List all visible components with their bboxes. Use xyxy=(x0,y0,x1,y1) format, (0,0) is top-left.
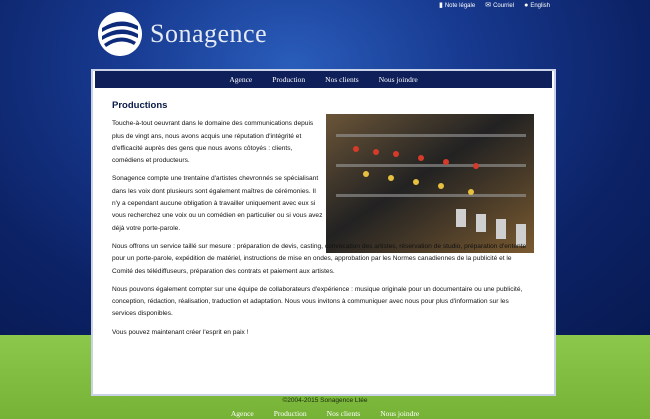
paragraph: Nous offrons un service taillé sur mesur… xyxy=(112,242,527,275)
nav-nos-clients[interactable]: Nos clients xyxy=(325,75,359,84)
logo-text: Sonagence xyxy=(150,19,268,48)
footer-nav-nous-joindre[interactable]: Nous joindre xyxy=(380,409,419,418)
speech-bubble-icon: ● xyxy=(524,2,529,9)
footer-nav-production[interactable]: Production xyxy=(274,409,307,418)
footer-nav: Agence Production Nos clients Nous joind… xyxy=(0,409,650,418)
page-title: Productions xyxy=(112,100,168,111)
copyright: ©2004-2015 Sonagence Ltée xyxy=(282,397,368,404)
logo-mark-icon xyxy=(98,12,142,56)
main-nav: Agence Production Nos clients Nous joind… xyxy=(95,71,552,88)
main-content: Productions Touche-à-tout oeuvrant dans … xyxy=(112,100,532,345)
nav-agence[interactable]: Agence xyxy=(229,75,252,84)
footer-nav-agence[interactable]: Agence xyxy=(231,409,254,418)
nav-production[interactable]: Production xyxy=(272,75,305,84)
paragraph: Sonagence compte une trentaine d'artiste… xyxy=(112,175,323,232)
document-icon: ▮ xyxy=(438,2,443,9)
logo[interactable]: Sonagence xyxy=(98,12,267,56)
top-links: ▮ Note légale ✉ Courriel ● English xyxy=(439,2,550,9)
legal-note-link[interactable]: ▮ Note légale xyxy=(439,2,475,9)
english-link[interactable]: ● English xyxy=(524,2,550,9)
footer-nav-nos-clients[interactable]: Nos clients xyxy=(327,409,361,418)
envelope-icon: ✉ xyxy=(485,2,492,9)
content-panel: Agence Production Nos clients Nous joind… xyxy=(91,69,556,396)
email-link[interactable]: ✉ Courriel xyxy=(485,2,514,9)
paragraph: Vous pouvez maintenant créer l'esprit en… xyxy=(112,328,249,336)
paragraph: Touche-à-tout oeuvrant dans le domaine d… xyxy=(112,120,314,165)
paragraph: Nous pouvons également compter sur une é… xyxy=(112,285,523,318)
nav-nous-joindre[interactable]: Nous joindre xyxy=(379,75,418,84)
